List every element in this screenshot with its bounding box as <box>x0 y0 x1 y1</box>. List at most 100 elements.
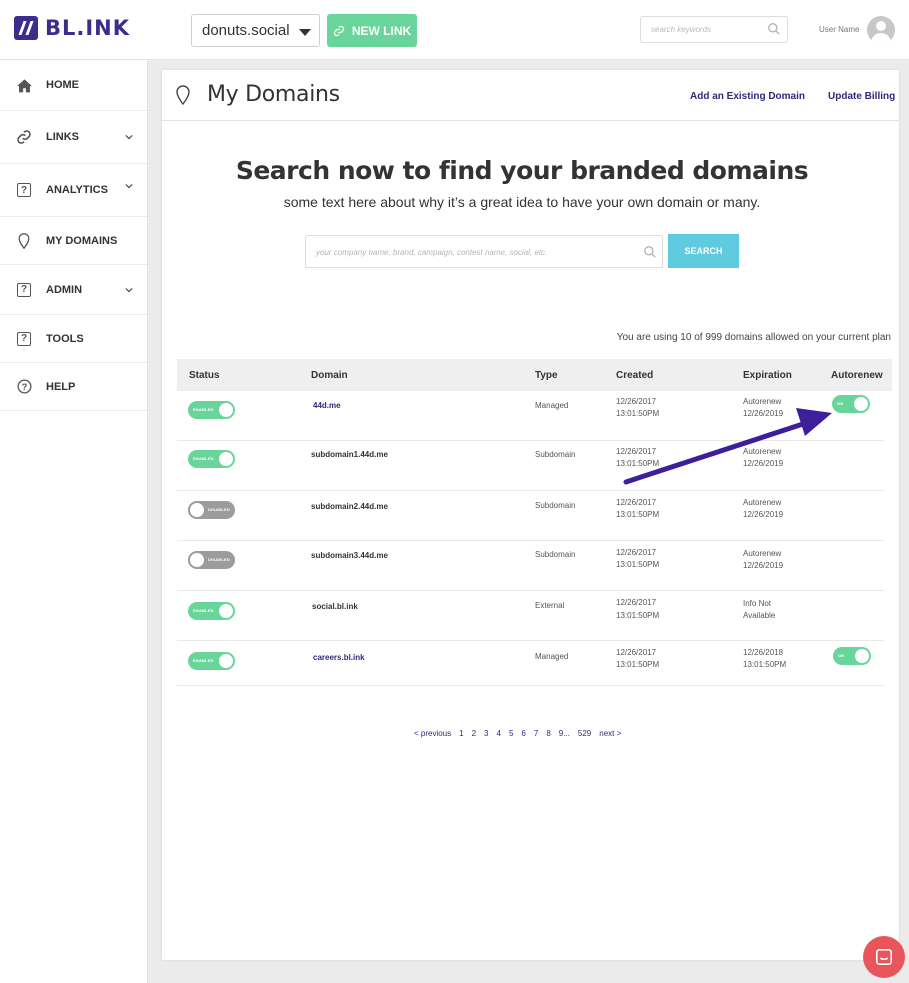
table-row: ENABLED careers.bl.ink Managed 12/26/201… <box>177 639 884 686</box>
user-name[interactable]: User Name <box>819 25 859 34</box>
search-icon[interactable] <box>767 22 781 36</box>
status-toggle[interactable]: DISABLED <box>188 551 235 569</box>
status-toggle[interactable]: ENABLED <box>188 652 235 670</box>
pagination: < previous 1 2 3 4 5 6 7 8 9... 529 next… <box>414 729 629 738</box>
expiration-line2: 13:01:50PM <box>743 660 787 669</box>
toggle-label: DISABLED <box>207 507 230 512</box>
column-header[interactable]: Autorenew <box>831 370 883 381</box>
autorenew-toggle[interactable]: ON <box>832 395 870 413</box>
table-row: DISABLED subdomain3.44d.me Subdomain 12/… <box>177 541 884 591</box>
domain-name[interactable]: subdomain3.44d.me <box>311 551 388 560</box>
avatar[interactable] <box>867 16 895 44</box>
created-date: 12/26/2017 <box>616 447 657 456</box>
domain-name[interactable]: subdomain2.44d.me <box>311 502 388 511</box>
table-header: Status Domain Type Created Expiration Au… <box>177 359 892 391</box>
next-page-link[interactable]: next > <box>599 729 621 738</box>
sidebar-item-help[interactable]: ? HELP <box>0 363 147 411</box>
sidebar-item-my-domains[interactable]: MY DOMAINS <box>0 217 147 265</box>
link-icon <box>15 128 33 146</box>
page-link[interactable]: 1 <box>459 729 463 738</box>
add-existing-domain-link[interactable]: Add an Existing Domain <box>690 91 805 102</box>
expiration-line2: 12/26/2019 <box>743 561 784 570</box>
column-header[interactable]: Created <box>616 370 653 381</box>
top-bar: BL.INK donuts.social NEW LINK search key… <box>0 0 909 60</box>
domain-link[interactable]: 44d.me <box>313 401 341 410</box>
domain-select-value: donuts.social <box>202 22 290 39</box>
page-link[interactable]: 529 <box>578 729 591 738</box>
expiration-line1: Autorenew <box>743 447 782 456</box>
sidebar-item-analytics[interactable]: ? ANALYTICS <box>0 164 147 217</box>
domain-search-placeholder: your company name, brand, campaign, cont… <box>316 248 548 257</box>
toggle-label: ENABLED <box>193 658 214 663</box>
chat-icon <box>875 948 893 966</box>
sidebar-item-label: LINKS <box>46 131 79 143</box>
domain-select[interactable]: donuts.social <box>191 14 320 47</box>
domain-type: Subdomain <box>535 550 576 559</box>
chat-button[interactable] <box>863 936 905 978</box>
page-link[interactable]: 9... <box>559 729 570 738</box>
column-header[interactable]: Type <box>535 370 558 381</box>
domain-type: Managed <box>535 652 569 661</box>
toggle-label: ON <box>838 653 845 658</box>
status-toggle[interactable]: ENABLED <box>188 602 235 620</box>
expiration-line2: 12/26/2019 <box>743 510 784 519</box>
toggle-label: DISABLED <box>207 557 230 562</box>
question-box-icon: ? <box>15 281 33 299</box>
chevron-down-icon <box>125 183 133 189</box>
toggle-label: ENABLED <box>193 407 214 412</box>
sidebar-item-links[interactable]: LINKS <box>0 111 147 164</box>
toggle-label: ENABLED <box>193 608 214 613</box>
domain-name[interactable]: social.bl.ink <box>312 602 358 611</box>
status-toggle[interactable]: ENABLED <box>188 450 235 468</box>
hero-subtitle: some text here about why it’s a great id… <box>283 194 761 210</box>
column-header[interactable]: Domain <box>311 370 348 381</box>
sidebar-item-label: HELP <box>46 380 76 393</box>
status-toggle[interactable]: DISABLED <box>188 501 235 519</box>
domain-search-input[interactable]: your company name, brand, campaign, cont… <box>305 235 663 268</box>
question-box-icon: ? <box>15 330 33 348</box>
page-link[interactable]: 5 <box>509 729 513 738</box>
column-header[interactable]: Status <box>189 370 220 381</box>
new-link-button[interactable]: NEW LINK <box>327 14 417 47</box>
page-link[interactable]: 6 <box>521 729 525 738</box>
svg-text:?: ? <box>21 382 27 392</box>
page-link[interactable]: 8 <box>546 729 550 738</box>
autorenew-toggle[interactable]: ON <box>833 647 871 665</box>
caret-down-icon <box>299 29 311 36</box>
created-time: 13:01:50PM <box>616 560 660 569</box>
logo-mark <box>14 16 38 40</box>
sidebar-item-home[interactable]: HOME <box>0 60 147 111</box>
main-card: My Domains Add an Existing Domain Update… <box>162 70 899 960</box>
domain-type: Managed <box>535 401 569 410</box>
sidebar-item-admin[interactable]: ? ADMIN <box>0 265 147 315</box>
page-link[interactable]: 2 <box>472 729 476 738</box>
table-row: ENABLED subdomain1.44d.me Subdomain 12/2… <box>177 441 884 491</box>
keyword-search-input[interactable]: search keywords <box>640 16 788 43</box>
map-pin-icon <box>176 85 190 105</box>
sidebar-item-tools[interactable]: ? TOOLS <box>0 315 147 363</box>
page-link[interactable]: 3 <box>484 729 488 738</box>
expiration-line2: 12/26/2019 <box>743 459 784 468</box>
domain-name[interactable]: subdomain1.44d.me <box>311 450 388 459</box>
created-date: 12/26/2017 <box>616 498 657 507</box>
status-toggle[interactable]: ENABLED <box>188 401 235 419</box>
created-time: 13:01:50PM <box>616 510 660 519</box>
sidebar-item-label: MY DOMAINS <box>46 234 118 247</box>
logo[interactable]: BL.INK <box>14 16 130 40</box>
created-time: 13:01:50PM <box>616 660 660 669</box>
update-billing-link[interactable]: Update Billing <box>828 91 895 102</box>
domain-type: External <box>535 601 565 610</box>
column-header[interactable]: Expiration <box>743 370 792 381</box>
expiration-line2: 12/26/2019 <box>743 409 784 418</box>
sidebar-item-label: ADMIN <box>46 283 83 296</box>
page-link[interactable]: 7 <box>534 729 538 738</box>
domain-link[interactable]: careers.bl.ink <box>313 653 365 662</box>
page-link[interactable]: 4 <box>497 729 501 738</box>
sidebar-item-label: HOME <box>46 79 79 91</box>
search-button[interactable]: SEARCH <box>668 234 739 268</box>
new-link-label: NEW LINK <box>351 23 412 38</box>
chevron-down-icon <box>125 287 133 293</box>
previous-page-link[interactable]: < previous <box>414 729 451 738</box>
expiration-line2: Available <box>743 611 776 620</box>
chevron-down-icon <box>125 134 133 140</box>
